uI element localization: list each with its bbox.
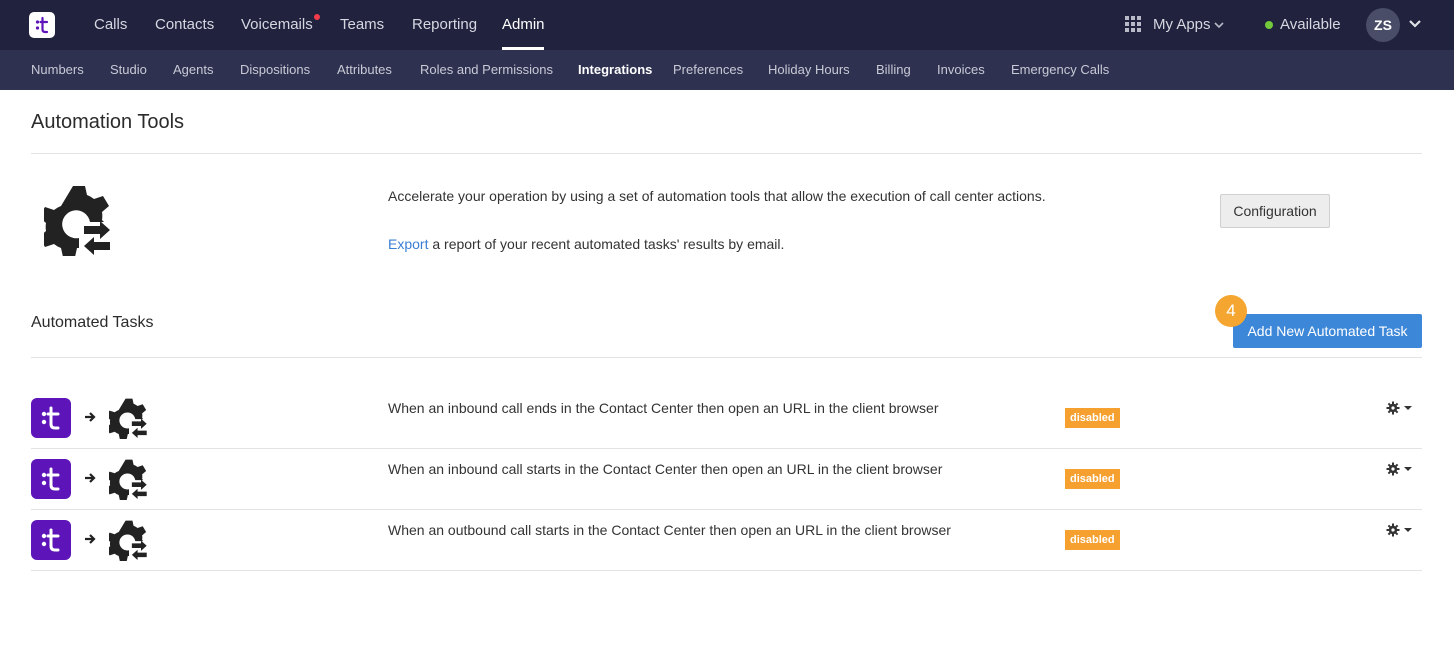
subnav-invoices[interactable]: Invoices [937, 62, 985, 77]
task-description: When an inbound call ends in the Contact… [388, 400, 939, 416]
nav-teams[interactable]: Teams [340, 16, 384, 33]
grid-icon [1125, 16, 1141, 32]
subnav-roles-and-permissions[interactable]: Roles and Permissions [420, 62, 553, 77]
subnav-preferences[interactable]: Preferences [673, 62, 743, 77]
subnav-studio[interactable]: Studio [110, 62, 147, 77]
step-number-badge: 4 [1215, 295, 1247, 327]
subnav-agents[interactable]: Agents [173, 62, 213, 77]
voicemails-notification-dot [314, 14, 320, 20]
status-badge: disabled [1065, 408, 1120, 428]
gear-arrows-icon [44, 186, 110, 256]
subnav-holiday-hours[interactable]: Holiday Hours [768, 62, 850, 77]
nav-contacts[interactable]: Contacts [155, 16, 214, 33]
talkdesk-app-icon [31, 398, 71, 438]
arrow-right-icon [85, 473, 96, 483]
gear-dropdown-icon[interactable] [1386, 522, 1416, 538]
divider [31, 570, 1422, 571]
automated-tasks-heading: Automated Tasks [31, 314, 154, 331]
subnav-integrations[interactable]: Integrations [578, 62, 652, 77]
subnav-dispositions[interactable]: Dispositions [240, 62, 310, 77]
export-description-text: a report of your recent automated tasks'… [428, 236, 785, 252]
agent-status-label[interactable]: Available [1280, 16, 1341, 33]
status-indicator-dot [1265, 21, 1273, 29]
gear-arrows-icon [109, 398, 147, 439]
chevron-down-icon[interactable] [1408, 17, 1422, 33]
top-navigation-bar [0, 0, 1454, 50]
subnav-emergency-calls[interactable]: Emergency Calls [1011, 62, 1109, 77]
nav-admin[interactable]: Admin [502, 16, 545, 33]
nav-calls[interactable]: Calls [94, 16, 127, 33]
talkdesk-app-icon [31, 459, 71, 499]
status-badge: disabled [1065, 469, 1120, 489]
talkdesk-app-icon [31, 520, 71, 560]
divider [31, 357, 1422, 358]
gear-dropdown-icon[interactable] [1386, 461, 1416, 477]
subnav-attributes[interactable]: Attributes [337, 62, 392, 77]
subnav-billing[interactable]: Billing [876, 62, 911, 77]
nav-reporting[interactable]: Reporting [412, 16, 477, 33]
subnav-numbers[interactable]: Numbers [31, 62, 84, 77]
arrow-right-icon [85, 412, 96, 422]
task-description: When an outbound call starts in the Cont… [388, 522, 951, 538]
gear-arrows-icon [109, 459, 147, 500]
automation-description: Accelerate your operation by using a set… [388, 188, 1046, 204]
divider [31, 153, 1422, 154]
gear-dropdown-icon[interactable] [1386, 400, 1416, 416]
avatar[interactable]: ZS [1366, 8, 1400, 42]
talkdesk-logo-icon[interactable] [29, 12, 55, 38]
nav-voicemails[interactable]: Voicemails [241, 16, 313, 33]
task-row: When an outbound call starts in the Cont… [31, 510, 1422, 571]
export-description: Export a report of your recent automated… [388, 236, 784, 252]
my-apps-label: My Apps [1153, 16, 1211, 33]
gear-arrows-icon [109, 520, 147, 561]
task-row: When an inbound call ends in the Contact… [31, 388, 1422, 449]
page-title: Automation Tools [31, 111, 185, 133]
task-row: When an inbound call starts in the Conta… [31, 449, 1422, 510]
task-description: When an inbound call starts in the Conta… [388, 461, 943, 477]
add-new-automated-task-button[interactable]: Add New Automated Task [1233, 314, 1422, 348]
export-link[interactable]: Export [388, 236, 428, 252]
status-badge: disabled [1065, 530, 1120, 550]
chevron-down-icon [1214, 22, 1224, 29]
configuration-button[interactable]: Configuration [1220, 194, 1330, 228]
arrow-right-icon [85, 534, 96, 544]
